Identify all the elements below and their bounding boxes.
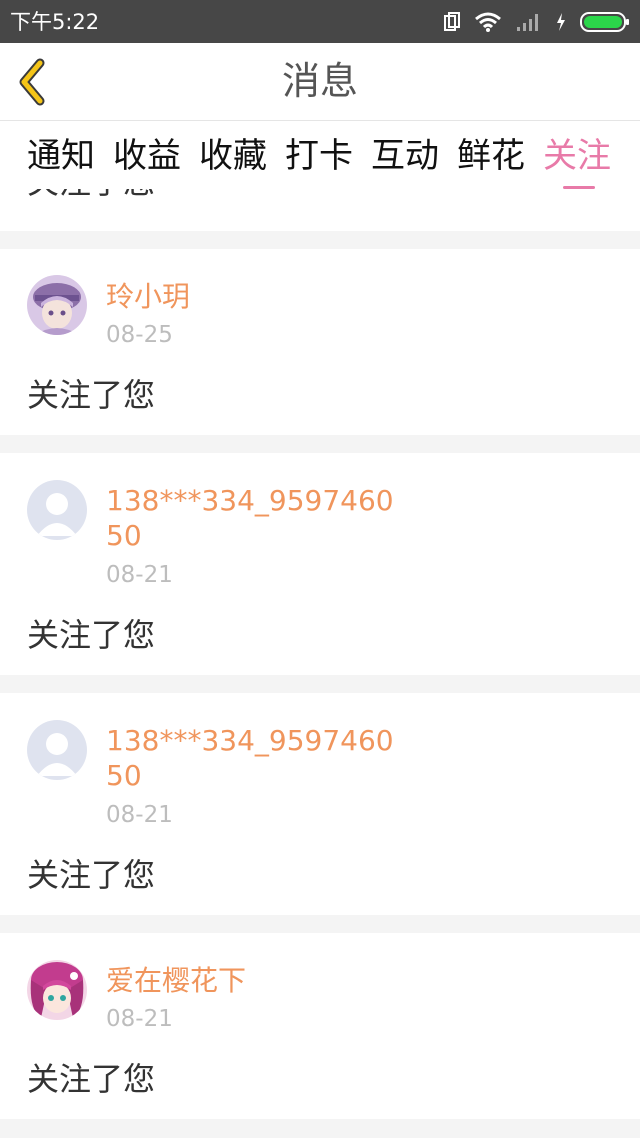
- user-name[interactable]: 138***334_959746050: [106, 723, 406, 793]
- tab-favorites[interactable]: 收藏: [199, 135, 267, 177]
- user-name[interactable]: 爱在樱花下: [106, 963, 406, 998]
- user-name[interactable]: 玲小玥: [106, 279, 406, 314]
- active-tab-indicator: [563, 186, 595, 189]
- message-date: 08-21: [106, 802, 173, 828]
- message-text: 关注了您: [27, 856, 156, 894]
- app-header: 消息: [0, 43, 640, 121]
- avatar[interactable]: [27, 960, 87, 1020]
- tab-bar: 通知 收益 收藏 打卡 互动 鲜花 关注: [0, 121, 640, 189]
- message-card: 爱在樱花下 08-21 关注了您: [0, 933, 640, 1119]
- message-date: 08-21: [106, 562, 173, 588]
- default-avatar-icon: [27, 720, 87, 780]
- anime-avatar-icon: [27, 275, 87, 335]
- status-icons: [444, 9, 630, 35]
- message-date: 08-21: [106, 1006, 173, 1032]
- tab-earnings[interactable]: 收益: [113, 135, 181, 177]
- tab-flowers[interactable]: 鲜花: [457, 135, 525, 177]
- message-card: 玲小玥 08-25 关注了您: [0, 249, 640, 435]
- tab-follow[interactable]: 关注: [543, 135, 611, 177]
- page-title: 消息: [281, 59, 358, 103]
- tab-notifications[interactable]: 通知: [27, 135, 95, 177]
- charging-icon: [557, 13, 565, 31]
- message-card-partial: 关注了您: [0, 189, 640, 231]
- anime-avatar-icon: [27, 960, 87, 1020]
- message-text: 关注了您: [27, 1060, 156, 1098]
- status-time: 下午5:22: [10, 10, 100, 34]
- default-avatar-icon: [27, 480, 87, 540]
- signal-icon: [517, 14, 538, 31]
- status-bar: 下午5:22: [0, 0, 640, 43]
- message-text: 关注了您: [27, 376, 156, 414]
- wifi-icon: [475, 12, 501, 32]
- avatar[interactable]: [27, 480, 87, 540]
- message-text: 关注了您: [27, 616, 156, 654]
- message-text: 关注了您: [27, 189, 155, 207]
- message-card: 138***334_959746050 08-21 关注了您: [0, 693, 640, 915]
- message-card: 138***334_959746050 08-21 关注了您: [0, 453, 640, 675]
- message-list[interactable]: 关注了您 玲小玥 08-25 关注了您: [0, 189, 640, 1138]
- message-date: 08-25: [106, 322, 173, 348]
- avatar[interactable]: [27, 720, 87, 780]
- avatar[interactable]: [27, 275, 87, 335]
- dual-sim-icon: [444, 12, 460, 31]
- tab-interaction[interactable]: 互动: [371, 135, 439, 177]
- battery-icon: [580, 12, 629, 32]
- tab-checkin[interactable]: 打卡: [285, 135, 353, 177]
- user-name[interactable]: 138***334_959746050: [106, 483, 406, 553]
